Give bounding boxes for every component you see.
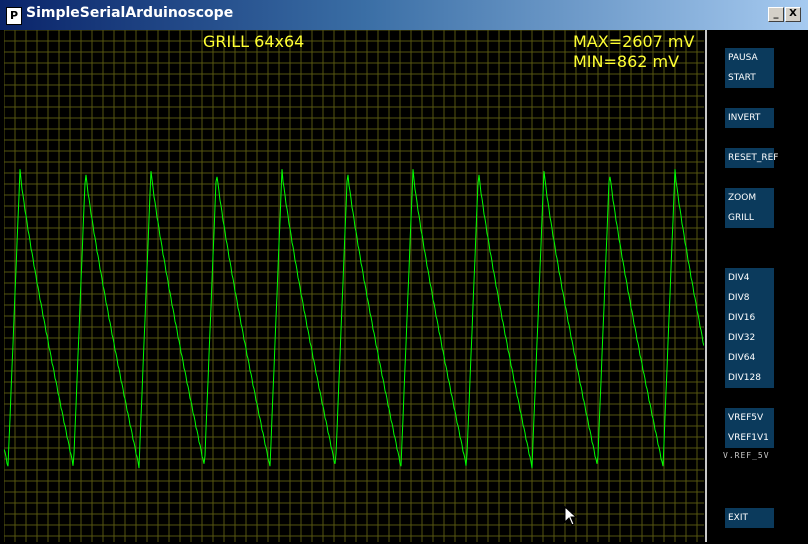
- signal-trace: [4, 169, 704, 469]
- div64-button[interactable]: DIV64: [725, 348, 774, 368]
- div16-button[interactable]: DIV16: [725, 308, 774, 328]
- app-frame: GRILL 64x64 MAX=2607 mV MIN=862 mV PAUSA…: [0, 30, 808, 544]
- panel-divider: [705, 30, 707, 542]
- start-button[interactable]: START: [725, 68, 774, 88]
- window-title: SimpleSerialArduinoscope: [26, 5, 234, 21]
- vref1v1-button[interactable]: VREF1V1: [725, 428, 774, 448]
- title-bar: P SimpleSerialArduinoscope _ X: [0, 0, 808, 30]
- pause-button[interactable]: PAUSA: [725, 48, 774, 68]
- grill-button[interactable]: GRILL: [725, 208, 774, 228]
- vref5v-button[interactable]: VREF5V: [725, 408, 774, 428]
- scope-display: [4, 30, 704, 542]
- min-readout: MIN=862 mV: [573, 52, 680, 71]
- vref-status: V.REF_5V: [723, 451, 770, 460]
- div32-button[interactable]: DIV32: [725, 328, 774, 348]
- div128-button[interactable]: DIV128: [725, 368, 774, 388]
- app-icon: P: [6, 7, 22, 25]
- reset-ref-button[interactable]: RESET_REF: [725, 148, 778, 168]
- div4-button[interactable]: DIV4: [725, 268, 774, 288]
- mouse-pointer-icon: [564, 506, 578, 526]
- grid: [4, 30, 704, 542]
- max-readout: MAX=2607 mV: [573, 32, 695, 51]
- minimize-button[interactable]: _: [768, 7, 784, 22]
- invert-button[interactable]: INVERT: [725, 108, 774, 128]
- close-button[interactable]: X: [785, 7, 801, 22]
- div8-button[interactable]: DIV8: [725, 288, 774, 308]
- exit-button[interactable]: EXIT: [725, 508, 774, 528]
- zoom-button[interactable]: ZOOM: [725, 188, 774, 208]
- mode-label: GRILL 64x64: [203, 32, 305, 51]
